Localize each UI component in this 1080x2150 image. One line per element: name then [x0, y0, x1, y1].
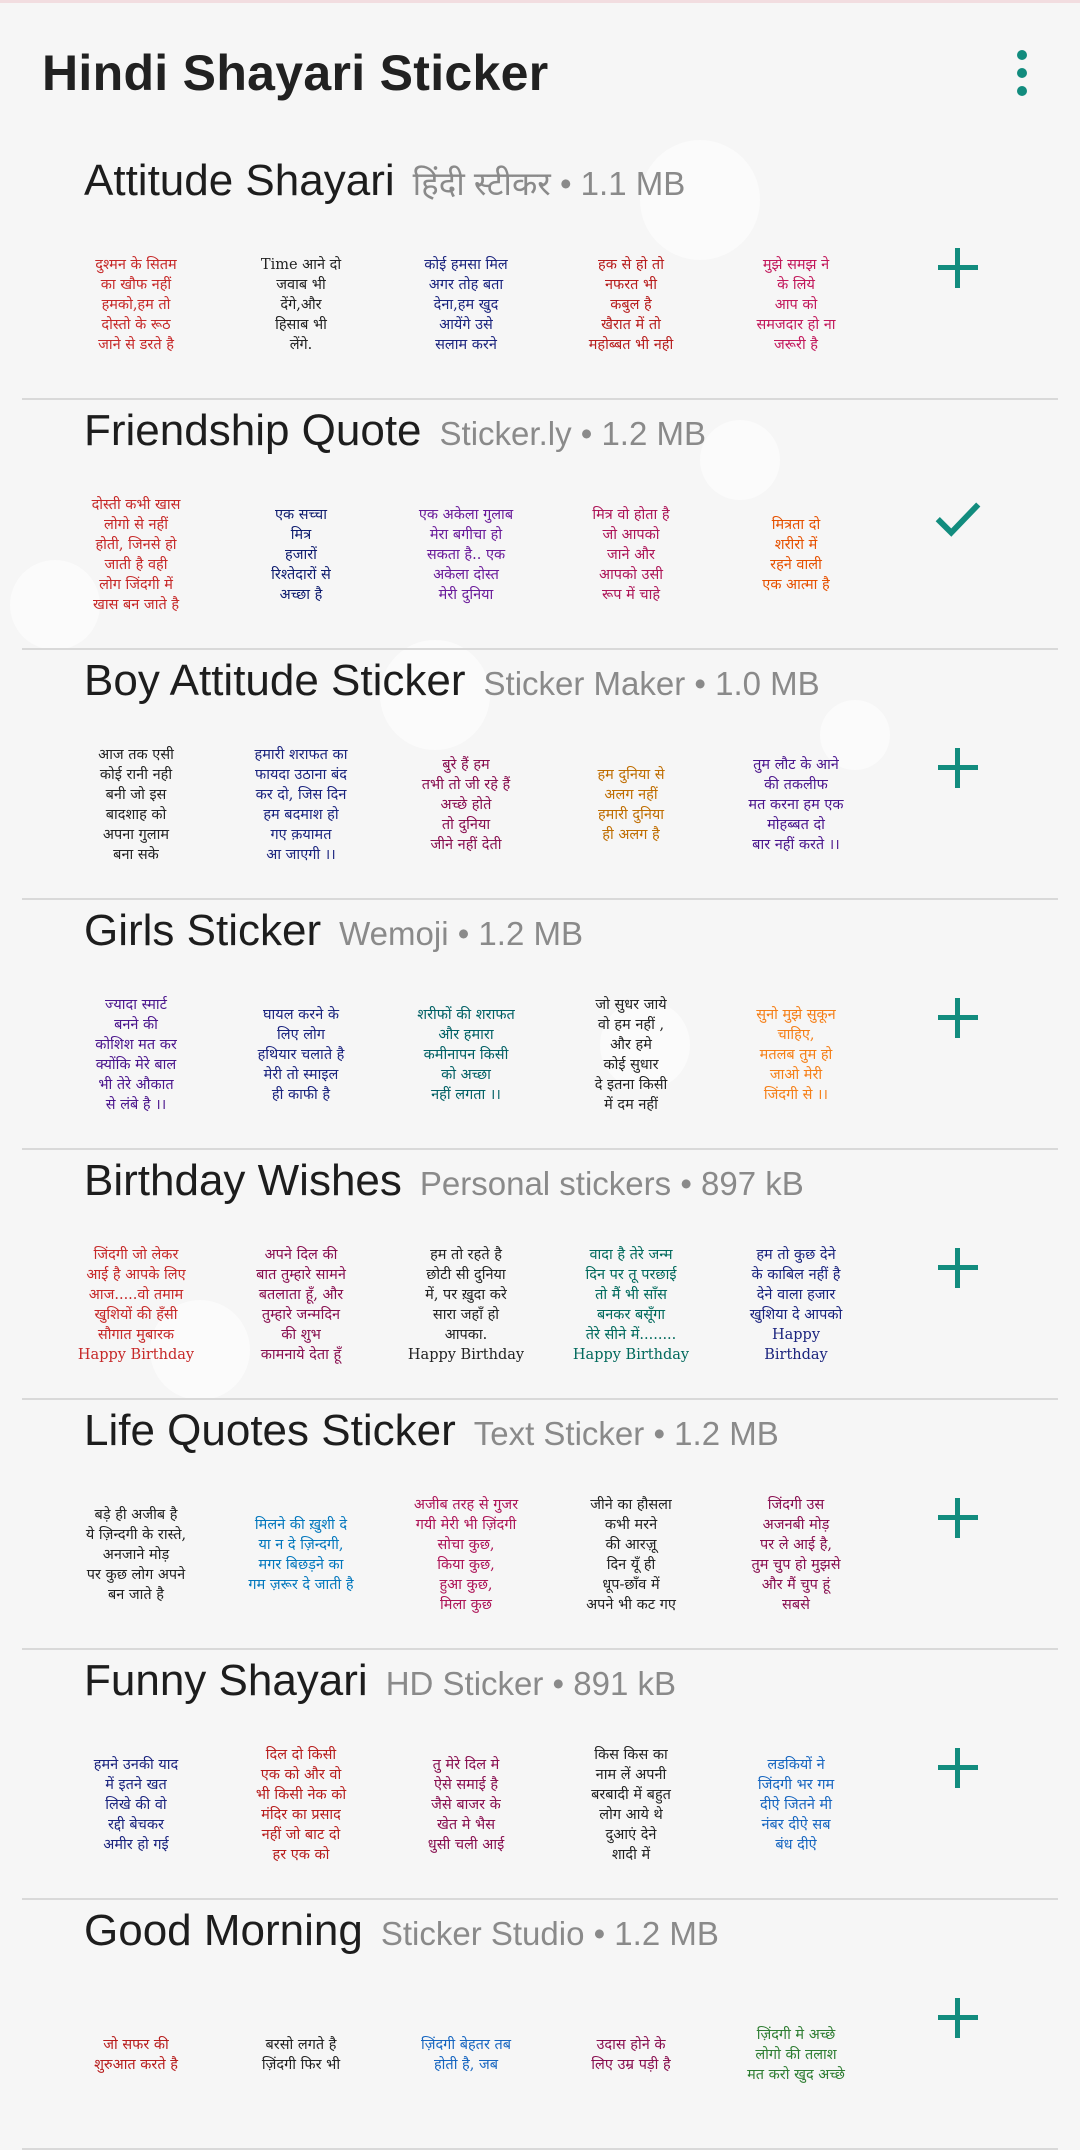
pack-name: Attitude Shayari: [84, 156, 395, 205]
sticker-thumbnail: हक से हो तो नफरत भी कबुल है खैरात में तो…: [588, 257, 674, 353]
sticker-thumbnail: अपने दिल की बात तुम्हारे सामने बतलाता हू…: [256, 1247, 346, 1363]
sticker-preview-strip: ज्यादा स्मार्ट बनने की कोशिश मत कर क्यों…: [62, 996, 872, 1114]
pack-header: Attitude Shayari हिंदी स्टीकर • 1.1 MB: [84, 156, 685, 206]
pack-meta: Text Sticker • 1.2 MB: [473, 1415, 779, 1452]
sticker-pack-row[interactable]: Girls Sticker Wemoji • 1.2 MB ज्यादा स्मार…: [22, 900, 1058, 1150]
add-pack-icon[interactable]: [922, 732, 994, 804]
pack-name: Girls Sticker: [84, 906, 322, 955]
sticker-pack-row[interactable]: Good Morning Sticker Studio • 1.2 MB जो सफ…: [22, 1900, 1058, 2150]
add-pack-icon[interactable]: [922, 1982, 994, 2054]
sticker-thumbnail: दुश्मन के सितम का खौफ नहीं हमको,हम तो दो…: [95, 257, 177, 353]
added-check-icon[interactable]: [922, 482, 994, 554]
pack-meta: HD Sticker • 891 kB: [385, 1665, 677, 1702]
sticker-pack-row[interactable]: Boy Attitude Sticker Sticker Maker • 1.0 …: [22, 650, 1058, 900]
sticker-thumbnail: Time आने दो जवाब भी देंगे,और हिसाब भी ले…: [260, 257, 342, 353]
sticker-pack-row[interactable]: Attitude Shayari हिंदी स्टीकर • 1.1 MB दुश…: [22, 150, 1058, 400]
pack-header: Girls Sticker Wemoji • 1.2 MB: [84, 906, 583, 956]
sticker-thumbnail: अजीब तरह से गुजर गयी मेरी भी ज़िंदगी सोच…: [413, 1497, 519, 1613]
sticker-thumbnail: एक सच्चा मित्र हजारों रिश्तेदारों से अच्…: [271, 507, 331, 603]
sticker-thumbnail: ज़िंदगी बेहतर तब होती है, जब: [420, 2037, 512, 2073]
pack-meta: Sticker Maker • 1.0 MB: [483, 665, 820, 702]
app-title: Hindi Shayari Sticker: [42, 45, 549, 101]
sticker-thumbnail: जिंदगी जो लेकर आई है आपके लिए आज.....वो …: [77, 1247, 195, 1363]
pack-meta: Personal stickers • 897 kB: [419, 1165, 804, 1202]
sticker-pack-list[interactable]: Attitude Shayari हिंदी स्टीकर • 1.1 MB दुश…: [0, 150, 1080, 2150]
sticker-thumbnail: जीने का हौसला कभी मरने की आरज़ू दिन यूँ …: [586, 1497, 676, 1613]
pack-name: Life Quotes Sticker: [84, 1406, 456, 1455]
sticker-thumbnail: शरीफों की शराफत और हमारा कमीनापन किसी को…: [417, 1007, 515, 1103]
sticker-thumbnail: बरसो लगते है ज़िंदगी फिर भी: [261, 2037, 341, 2073]
sticker-thumbnail: जो सुधर जाये वो हम नहीं , और हमे कोई सुध…: [594, 997, 668, 1113]
sticker-thumbnail: कोई हमसा मिल अगर तोह बता देना,हम खुद आये…: [424, 257, 508, 353]
sticker-thumbnail: जिंदगी उस अजनबी मोड़ पर ले आई है, तुम चु…: [751, 1497, 841, 1613]
add-pack-icon[interactable]: [922, 982, 994, 1054]
sticker-pack-row[interactable]: Friendship Quote Sticker.ly • 1.2 MB दोस्त…: [22, 400, 1058, 650]
pack-meta: हिंदी स्टीकर • 1.1 MB: [412, 165, 686, 202]
app-bar: Hindi Shayari Sticker: [0, 0, 1080, 150]
pack-meta: Sticker Studio • 1.2 MB: [380, 1915, 719, 1952]
sticker-preview-strip: दुश्मन के सितम का खौफ नहीं हमको,हम तो दो…: [62, 246, 872, 364]
sticker-preview-strip: जो सफर की शुरुआत करते है बरसो लगते है ज़ि…: [62, 1996, 872, 2114]
sticker-pack-row[interactable]: Life Quotes Sticker Text Sticker • 1.2 MB…: [22, 1400, 1058, 1650]
pack-header: Life Quotes Sticker Text Sticker • 1.2 MB: [84, 1406, 779, 1456]
pack-name: Funny Shayari: [84, 1656, 368, 1705]
sticker-thumbnail: मित्र वो होता है जो आपको जाने और आपको उस…: [592, 507, 670, 603]
pack-header: Funny Shayari HD Sticker • 891 kB: [84, 1656, 676, 1706]
sticker-thumbnail: ज़िंदगी मे अच्छे लोगो की तलाश मत करो खुद…: [747, 2027, 845, 2083]
sticker-thumbnail: हम दुनिया से अलग नहीं हमारी दुनिया ही अल…: [597, 767, 665, 843]
sticker-thumbnail: तु मेरे दिल मे ऐसे समाई है जैसे बाजर के …: [427, 1757, 505, 1853]
sticker-thumbnail: तुम लौट के आने की तकलीफ मत करना हम एक मो…: [748, 757, 844, 853]
sticker-thumbnail: ज्यादा स्मार्ट बनने की कोशिश मत कर क्यों…: [95, 997, 177, 1113]
sticker-thumbnail: हम तो रहते है छोटी सी दुनिया में, पर ख़ु…: [407, 1247, 525, 1363]
sticker-thumbnail: घायल करने के लिए लोग हथियार चलाते है मेर…: [257, 1007, 345, 1103]
add-pack-icon[interactable]: [922, 1482, 994, 1554]
sticker-thumbnail: लडकियों ने जिंदगी भर गम दीऐ जितने मी नंब…: [757, 1757, 835, 1853]
sticker-thumbnail: हमारी शराफत का फायदा उठाना बंद कर दो, जि…: [254, 747, 348, 863]
pack-header: Good Morning Sticker Studio • 1.2 MB: [84, 1906, 719, 1956]
pack-meta: Wemoji • 1.2 MB: [339, 915, 583, 952]
pack-name: Boy Attitude Sticker: [84, 656, 466, 705]
sticker-thumbnail: किस किस का नाम लें अपनी बरबादी में बहुत …: [591, 1747, 671, 1863]
sticker-thumbnail: सुनो मुझे सुकून चाहिए, मतलब तुम हो जाओ म…: [756, 1007, 836, 1103]
pack-name: Birthday Wishes: [84, 1156, 402, 1205]
sticker-thumbnail: जो सफर की शुरुआत करते है: [94, 2037, 178, 2073]
pack-name: Friendship Quote: [84, 406, 422, 455]
sticker-thumbnail: हम तो कुछ देने के काबिल नहीं है देने वाल…: [749, 1247, 843, 1363]
pack-header: Birthday Wishes Personal stickers • 897 k…: [84, 1156, 804, 1206]
pack-header: Boy Attitude Sticker Sticker Maker • 1.0 …: [84, 656, 820, 706]
sticker-thumbnail: हमने उनकी याद में इतने खत लिखे की वो रद्…: [93, 1757, 179, 1853]
more-options-icon[interactable]: [1002, 48, 1044, 100]
sticker-thumbnail: आज तक एसी कोई रानी नही बनी जो इस बादशाह …: [98, 747, 174, 863]
sticker-thumbnail: दिल दो किसी एक को और वो भी किसी नेक को म…: [255, 1747, 347, 1863]
sticker-pack-row[interactable]: Birthday Wishes Personal stickers • 897 k…: [22, 1150, 1058, 1400]
add-pack-icon[interactable]: [922, 1732, 994, 1804]
sticker-thumbnail: मुझे समझ ने के लिये आप को समजदार हो ना ज…: [756, 257, 836, 353]
sticker-preview-strip: हमने उनकी याद में इतने खत लिखे की वो रद्…: [62, 1746, 872, 1864]
sticker-preview-strip: दोस्ती कभी खास लोगो से नहीं होती, जिनसे …: [62, 496, 872, 614]
sticker-thumbnail: बुरे हैं हम तभी तो जी रहे हैं अच्छे होते…: [421, 757, 511, 853]
sticker-thumbnail: एक अकेला गुलाब मेरा बगीचा हो सकता है.. ए…: [418, 507, 514, 603]
pack-meta: Sticker.ly • 1.2 MB: [439, 415, 706, 452]
sticker-thumbnail: दोस्ती कभी खास लोगो से नहीं होती, जिनसे …: [91, 497, 181, 613]
sticker-thumbnail: उदास होने के लिए उम्र पड़ी है: [591, 2037, 671, 2073]
sticker-thumbnail: मिलने की ख़ुशी दे या न दे ज़िन्दगी, मगर …: [248, 1517, 354, 1593]
pack-header: Friendship Quote Sticker.ly • 1.2 MB: [84, 406, 706, 456]
sticker-pack-row[interactable]: Funny Shayari HD Sticker • 891 kB हमने उनक…: [22, 1650, 1058, 1900]
sticker-thumbnail: मित्रता दो शरीरो में रहने वाली एक आत्मा …: [762, 517, 830, 593]
sticker-thumbnail: वादा है तेरे जन्म दिन पर तू परछाई तो मैं…: [572, 1247, 690, 1363]
add-pack-icon[interactable]: [922, 1232, 994, 1304]
sticker-preview-strip: जिंदगी जो लेकर आई है आपके लिए आज.....वो …: [62, 1246, 872, 1364]
sticker-preview-strip: आज तक एसी कोई रानी नही बनी जो इस बादशाह …: [62, 746, 872, 864]
sticker-thumbnail: बड़े ही अजीब है ये ज़िन्दगी के रास्ते, अ…: [85, 1507, 187, 1603]
pack-name: Good Morning: [84, 1906, 363, 1955]
add-pack-icon[interactable]: [922, 232, 994, 304]
sticker-preview-strip: बड़े ही अजीब है ये ज़िन्दगी के रास्ते, अ…: [62, 1496, 872, 1614]
